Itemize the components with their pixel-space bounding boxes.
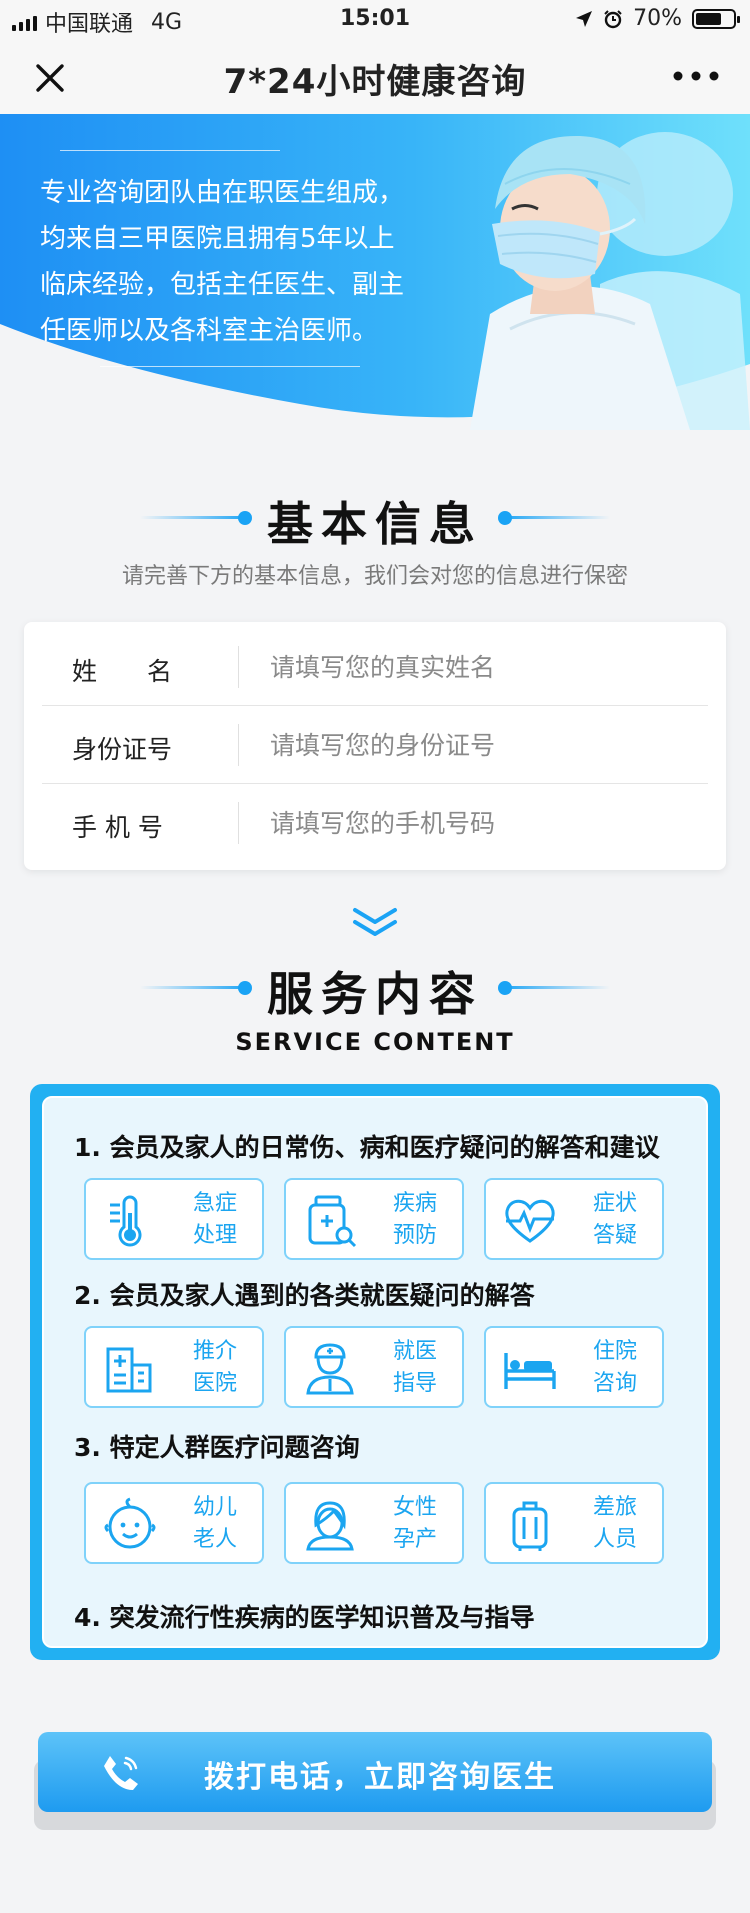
thermometer-icon <box>110 1195 142 1247</box>
tile-symptom-qa[interactable]: 症状答疑 <box>484 1178 664 1260</box>
luggage-icon <box>512 1501 548 1551</box>
heading-decor-right <box>500 516 610 519</box>
phone-label: 手 机 号 <box>72 813 163 842</box>
id-number-label: 身份证号 <box>72 735 173 764</box>
call-doctor-button[interactable]: 拨打电话，立即咨询医生 <box>38 1732 712 1812</box>
service-subtitle-en: SERVICE CONTENT <box>235 1028 515 1056</box>
hero-description: 专业咨询团队由在职医生组成，均来自三甲医院且拥有5年以上临床经验，包括主任医生、… <box>40 178 405 346</box>
name-label: 姓 名 <box>72 657 173 686</box>
basic-info-title: 基本信息 <box>267 497 483 551</box>
medicine-bottle-icon <box>308 1195 357 1248</box>
form-row-phone: 手 机 号 <box>42 784 708 862</box>
page-title: 7*24小时健康咨询 <box>223 62 527 102</box>
battery-percent: 70% <box>633 6 682 31</box>
tile-prevention[interactable]: 疾病预防 <box>284 1178 464 1260</box>
tile-label: 女性孕产 <box>392 1495 437 1552</box>
doctor-illustration <box>470 132 750 430</box>
nurse-icon <box>306 1343 354 1395</box>
nav-bar: 7*24小时健康咨询 <box>0 38 750 114</box>
status-bar: 中国联通 4G 15:01 70% <box>0 0 750 38</box>
woman-icon <box>306 1501 354 1551</box>
tile-hospital-recommend[interactable]: 推介医院 <box>84 1326 264 1408</box>
hero-divider-top <box>60 150 280 151</box>
battery-icon <box>692 8 740 29</box>
tile-children-elderly[interactable]: 幼儿老人 <box>84 1482 264 1564</box>
tile-label: 推介医院 <box>192 1339 237 1396</box>
id-number-input[interactable] <box>270 724 690 766</box>
service-item-title: 3. 特定人群医疗问题咨询 <box>74 1433 360 1462</box>
hospital-bed-icon <box>504 1353 556 1389</box>
hospital-icon <box>106 1347 152 1393</box>
tile-women-pregnancy[interactable]: 女性孕产 <box>284 1482 464 1564</box>
tile-label: 症状答疑 <box>592 1191 637 1248</box>
service-panel-inner: 1. 会员及家人的日常伤、病和医疗疑问的解答和建议 急症处理 疾病预防 症状答疑… <box>42 1096 708 1648</box>
form-row-name: 姓 名 <box>42 628 708 706</box>
heading-decor-right <box>500 986 610 989</box>
tile-label: 幼儿老人 <box>192 1495 237 1552</box>
tile-emergency[interactable]: 急症处理 <box>84 1178 264 1260</box>
form-row-id: 身份证号 <box>42 706 708 784</box>
service-heading: 服务内容 <box>0 958 750 1021</box>
tile-medical-guide[interactable]: 就医指导 <box>284 1326 464 1408</box>
tile-label: 住院咨询 <box>592 1339 637 1396</box>
phone-input[interactable] <box>270 802 690 844</box>
basic-info-form: 姓 名 身份证号 手 机 号 <box>24 622 726 870</box>
status-right: 70% <box>575 6 740 31</box>
basic-info-heading: 基本信息 <box>0 488 750 551</box>
alarm-clock-icon <box>604 9 622 28</box>
service-panel: 1. 会员及家人的日常伤、病和医疗疑问的解答和建议 急症处理 疾病预防 症状答疑… <box>30 1084 720 1660</box>
call-button-label: 拨打电话，立即咨询医生 <box>204 1760 556 1795</box>
more-icon[interactable] <box>672 64 720 88</box>
hero-divider-bottom <box>100 366 360 367</box>
service-item-title: 1. 会员及家人的日常伤、病和医疗疑问的解答和建议 <box>74 1133 660 1162</box>
service-item-title: 2. 会员及家人遇到的各类就医疑问的解答 <box>74 1281 535 1310</box>
basic-info-subtitle: 请完善下方的基本信息，我们会对您的信息进行保密 <box>121 564 628 589</box>
hero-banner: 专业咨询团队由在职医生组成，均来自三甲医院且拥有5年以上临床经验，包括主任医生、… <box>0 114 750 430</box>
service-item-title: 4. 突发流行性疾病的医学知识普及与指导 <box>74 1603 535 1632</box>
field-divider <box>238 802 239 844</box>
double-chevron-down-icon <box>353 908 397 936</box>
tile-label: 疾病预防 <box>392 1191 437 1248</box>
heartbeat-icon <box>505 1199 555 1243</box>
tile-hospitalization[interactable]: 住院咨询 <box>484 1326 664 1408</box>
location-arrow-icon <box>576 10 593 27</box>
field-divider <box>238 724 239 766</box>
name-input[interactable] <box>270 646 690 688</box>
tile-label: 就医指导 <box>392 1339 437 1396</box>
tile-label: 差旅人员 <box>592 1495 637 1552</box>
field-divider <box>238 646 239 688</box>
service-title: 服务内容 <box>267 967 483 1021</box>
tile-travelers[interactable]: 差旅人员 <box>484 1482 664 1564</box>
tile-label: 急症处理 <box>192 1191 237 1248</box>
baby-face-icon <box>104 1497 156 1549</box>
